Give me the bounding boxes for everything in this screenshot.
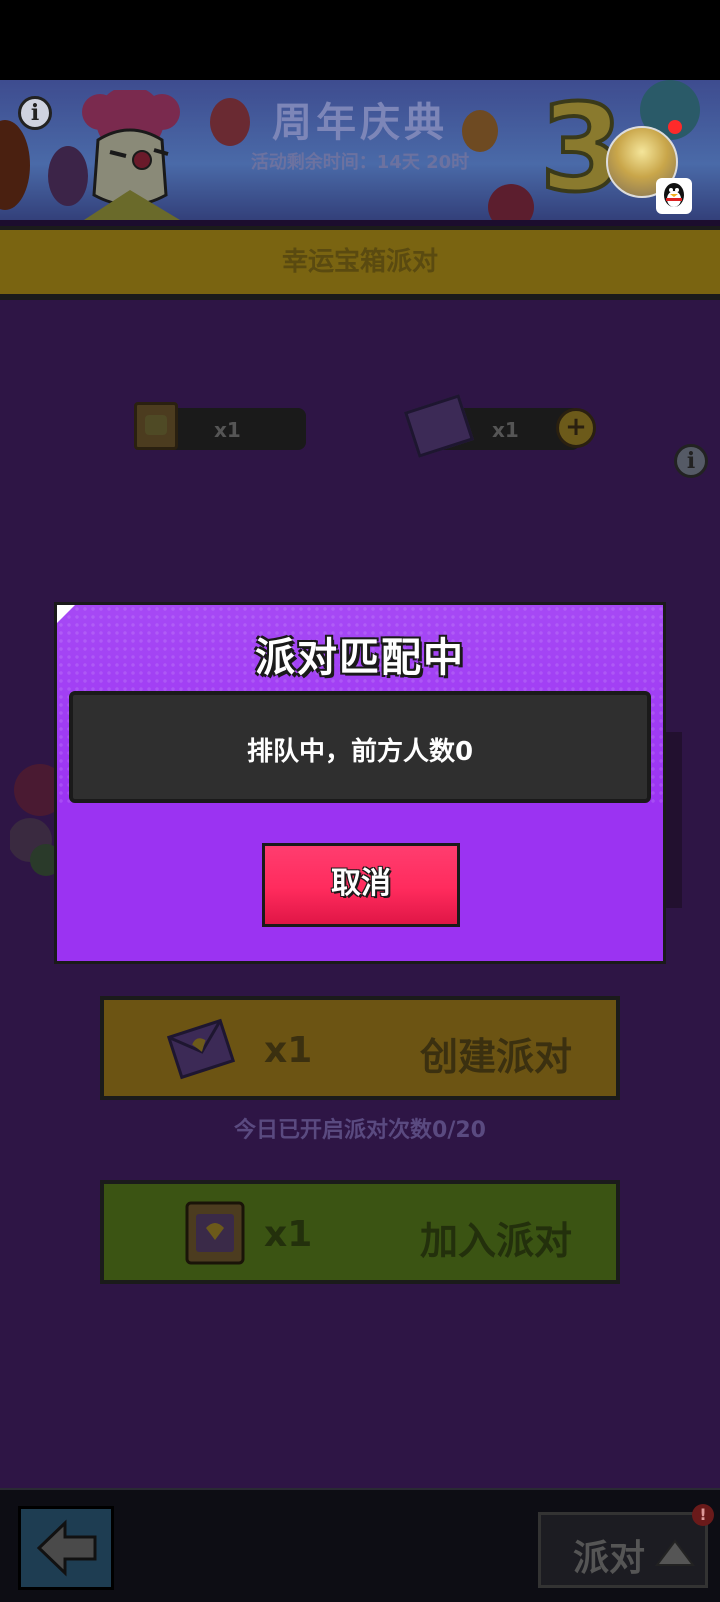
notification-dot — [668, 120, 682, 134]
queue-message-box: 排队中，前方人数0 — [69, 691, 651, 803]
info-icon[interactable]: i — [18, 96, 52, 130]
heart-icon — [145, 415, 167, 435]
matching-dialog: 派对匹配中 排队中，前方人数0 取消 — [54, 602, 666, 964]
chevron-up-icon — [655, 1539, 695, 1566]
cancel-button-label: 取消 — [331, 866, 391, 901]
join-cost: x1 — [264, 1214, 313, 1255]
dialog-corner-decoration — [57, 605, 75, 623]
party-menu-button[interactable]: 派对 — [538, 1512, 708, 1588]
section-title: 幸运宝箱派对 — [281, 247, 438, 277]
info-icon[interactable]: i — [674, 444, 708, 478]
balloon-decoration — [488, 184, 534, 220]
ticket-count: x1 — [214, 418, 241, 442]
daily-party-count: 今日已开启派对次数0/20 — [234, 1118, 486, 1143]
back-button[interactable] — [18, 1506, 114, 1590]
create-cost: x1 — [264, 1030, 313, 1071]
create-party-button[interactable]: x1 创建派对 — [100, 996, 620, 1100]
queue-message: 排队中，前方人数0 — [246, 737, 474, 767]
join-party-label: 加入派对 — [420, 1219, 573, 1263]
back-arrow-icon — [36, 1519, 97, 1577]
clown-character-icon — [10, 764, 60, 876]
cancel-button[interactable]: 取消 — [262, 843, 460, 927]
join-party-button[interactable]: x1 加入派对 — [100, 1180, 620, 1284]
status-bar — [0, 0, 720, 80]
ticket-icon — [185, 1201, 245, 1265]
envelope-count: x1 — [492, 418, 519, 442]
ticket-icon — [134, 402, 178, 450]
dialog-title: 派对匹配中 — [255, 635, 465, 681]
alert-badge: ! — [692, 1504, 714, 1526]
party-menu-label: 派对 — [573, 1538, 646, 1579]
qq-penguin-icon — [656, 178, 692, 214]
envelope-icon — [166, 1018, 236, 1080]
section-header: 幸运宝箱派对 — [0, 226, 720, 300]
create-party-label: 创建派对 — [420, 1035, 573, 1079]
add-envelope-button[interactable]: + — [556, 408, 596, 448]
